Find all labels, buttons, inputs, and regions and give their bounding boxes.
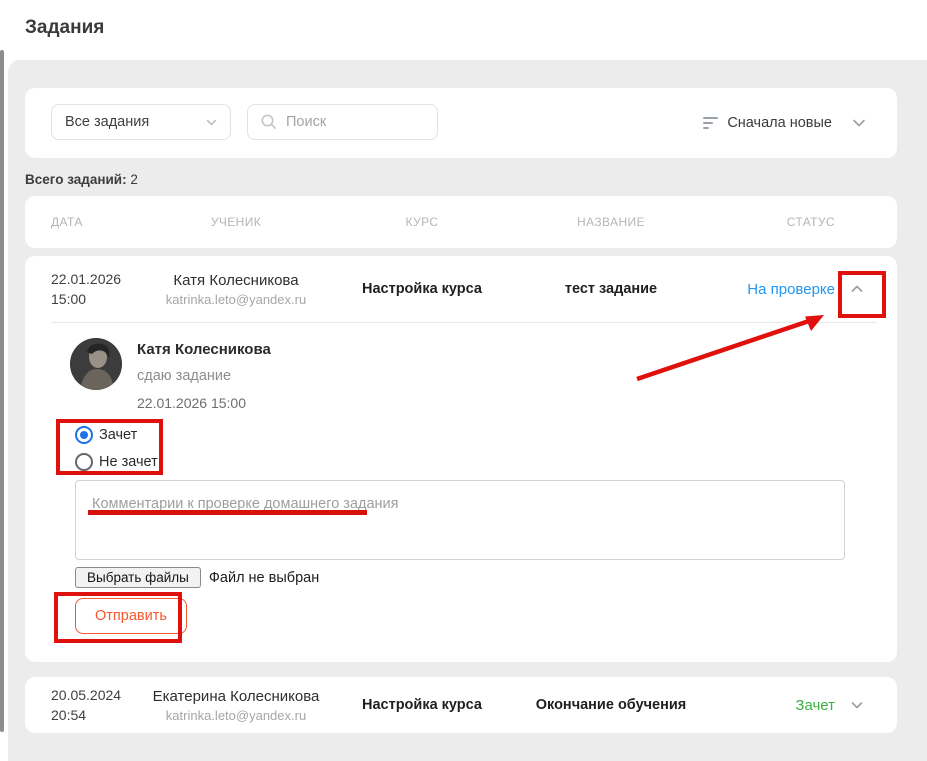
toolbar: Все задания Сначала новые [25, 88, 897, 158]
total-count-label: Всего заданий: [25, 172, 127, 187]
column-header-student: УЧЕНИК [151, 215, 321, 229]
file-input: Выбрать файлы Файл не выбран [75, 567, 319, 588]
table-row-expanded: 22.01.2026 15:00 Катя Колесникова katrin… [25, 256, 897, 662]
cell-title: Окончание обучения [523, 697, 699, 713]
radio-option-pass[interactable]: Зачет [75, 426, 158, 444]
grade-radio-group: Зачет Не зачет [75, 426, 158, 471]
filter-select-value: Все задания [65, 114, 205, 130]
column-header-course: КУРС [321, 215, 523, 229]
radio-unselected-icon[interactable] [75, 453, 93, 471]
column-header-status: СТАТУС [699, 215, 835, 229]
cell-date: 20.05.2024 20:54 [51, 685, 151, 725]
page-title: Задания [25, 17, 104, 39]
cell-course: Настройка курса [321, 281, 523, 297]
submission-message: сдаю задание [137, 368, 231, 384]
submission-student-name: Катя Колесникова [137, 341, 271, 358]
table-header: ДАТА УЧЕНИК КУРС НАЗВАНИЕ СТАТУС [25, 196, 897, 248]
sort-control[interactable]: Сначала новые [703, 88, 869, 158]
radio-label-fail: Не зачет [99, 454, 158, 470]
search-box [247, 104, 438, 140]
status-badge: Зачет [699, 697, 835, 714]
comment-textarea[interactable] [75, 480, 845, 560]
cell-student: Екатерина Колесникова katrinka.leto@yand… [151, 687, 321, 723]
sort-label: Сначала новые [727, 115, 832, 131]
radio-label-pass: Зачет [99, 427, 137, 443]
cell-title: тест задание [523, 281, 699, 297]
radio-selected-icon[interactable] [75, 426, 93, 444]
collapse-row-button[interactable] [843, 275, 871, 303]
file-status-text: Файл не выбран [209, 570, 319, 586]
filter-select[interactable]: Все задания [51, 104, 231, 140]
choose-files-button[interactable]: Выбрать файлы [75, 567, 201, 588]
expand-row-button[interactable] [843, 691, 871, 719]
left-edge-strip [0, 50, 4, 732]
column-header-title: НАЗВАНИЕ [523, 215, 699, 229]
search-input[interactable] [286, 114, 427, 130]
column-header-date: ДАТА [51, 215, 151, 229]
chevron-down-icon [849, 113, 869, 133]
status-badge: На проверке [699, 281, 835, 298]
table-row: 20.05.2024 20:54 Екатерина Колесникова k… [25, 677, 897, 733]
cell-course: Настройка курса [321, 697, 523, 713]
sort-icon [703, 117, 718, 129]
divider [51, 322, 877, 323]
row-summary: 22.01.2026 15:00 Катя Колесникова katrin… [25, 256, 897, 322]
cell-date: 22.01.2026 15:00 [51, 269, 151, 309]
search-icon [260, 113, 278, 131]
submission-timestamp: 22.01.2026 15:00 [137, 395, 246, 411]
cell-student: Катя Колесникова katrinka.leto@yandex.ru [151, 271, 321, 307]
total-count-value: 2 [130, 172, 138, 187]
radio-option-fail[interactable]: Не зачет [75, 453, 158, 471]
submit-button[interactable]: Отправить [75, 598, 187, 634]
avatar [70, 338, 122, 390]
total-count: Всего заданий: 2 [25, 172, 138, 187]
chevron-down-icon [205, 116, 218, 129]
